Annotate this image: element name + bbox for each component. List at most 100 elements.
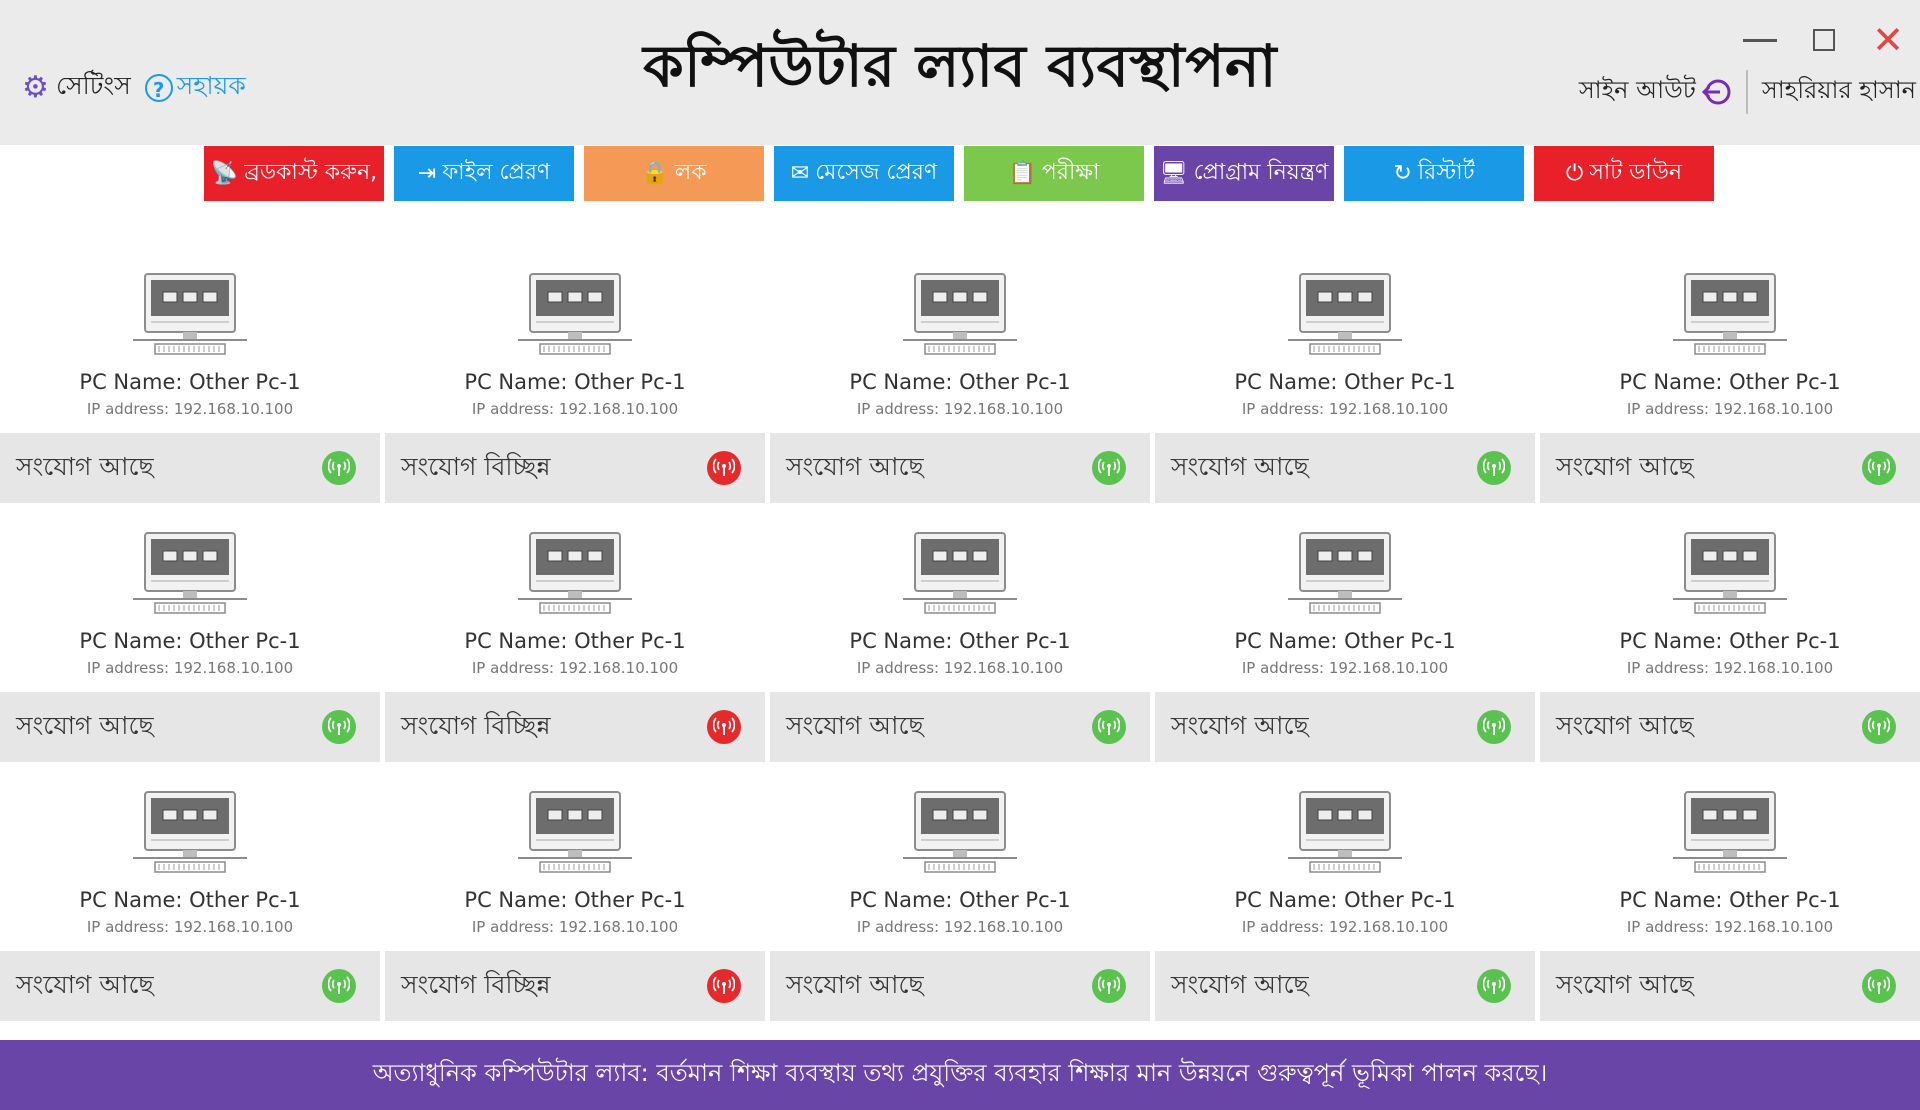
footer-text: অত্যাধুনিক কম্পিউটার ল্যাব: বর্তমান শিক্… [372,1059,1548,1087]
pc-card[interactable]: PC Name: Other Pc-1 IP address: 192.168.1… [1155,258,1535,510]
pc-ip-address: IP address: 192.168.10.100 [1241,918,1449,936]
connection-status-bar[interactable]: সংযোগ আছে [1540,433,1920,503]
connection-status-bar[interactable]: সংযোগ আছে [0,692,380,762]
app-header: ⚙ সেটিংস ? সহায়ক কম্পিউটার ল্যাব ব্যবস্… [0,0,1920,145]
pc-ip-address: IP address: 192.168.10.100 [1626,918,1834,936]
connection-status-bar[interactable]: সংযোগ বিচ্ছিন্ন [385,951,765,1021]
restart-button[interactable]: ↻ রিস্টার্ট [1344,146,1524,201]
monitor-icon [131,790,249,880]
minimize-icon [1743,38,1777,42]
close-button[interactable]: ✕ [1856,18,1920,62]
connection-status-bar[interactable]: সংযোগ বিচ্ছিন্ন [385,692,765,762]
signout-label: সাইন আউট [1578,76,1696,104]
connection-status-text: সংযোগ বিচ্ছিন্ন [401,969,551,999]
pc-name: PC Name: Other Pc-1 [849,629,1071,653]
monitor-icon [1286,272,1404,362]
connection-status-text: সংযোগ আছে [1171,710,1309,740]
signal-icon [707,710,741,744]
monitor-icon [1671,272,1789,362]
toolbar-button-label: সাট ডাউন [1589,160,1683,185]
pc-card[interactable]: PC Name: Other Pc-1 IP address: 192.168.1… [1155,776,1535,1028]
pc-name: PC Name: Other Pc-1 [1234,629,1456,653]
pc-card[interactable]: PC Name: Other Pc-1 IP address: 192.168.1… [770,776,1150,1028]
monitor-icon [1671,531,1789,621]
signal-icon [322,451,356,485]
monitor-icon [516,272,634,362]
signout-icon [1701,79,1731,105]
monitor-icon [516,531,634,621]
connection-status-bar[interactable]: সংযোগ আছে [1540,951,1920,1021]
file-send-button[interactable]: ⇥ ফাইল প্রেরণ [394,146,574,201]
pc-name: PC Name: Other Pc-1 [849,370,1071,394]
pc-card[interactable]: PC Name: Other Pc-1 IP address: 192.168.1… [1540,258,1920,510]
pc-ip-address: IP address: 192.168.10.100 [856,400,1064,418]
connection-status-bar[interactable]: সংযোগ আছে [770,433,1150,503]
signal-icon [1862,451,1896,485]
connection-status-bar[interactable]: সংযোগ আছে [770,951,1150,1021]
pc-card[interactable]: PC Name: Other Pc-1 IP address: 192.168.1… [1540,517,1920,769]
pc-card[interactable]: PC Name: Other Pc-1 IP address: 192.168.1… [770,517,1150,769]
pc-ip-address: IP address: 192.168.10.100 [471,918,679,936]
pc-name: PC Name: Other Pc-1 [849,888,1071,912]
connection-status-text: সংযোগ আছে [786,969,924,999]
connection-status-bar[interactable]: সংযোগ আছে [0,951,380,1021]
message-button[interactable]: ✉ মেসেজ প্রেরণ [774,146,954,201]
pc-card[interactable]: PC Name: Other Pc-1 IP address: 192.168.1… [0,258,380,510]
signal-icon [707,969,741,1003]
signal-icon [1862,969,1896,1003]
monitor-icon [131,272,249,362]
pc-name: PC Name: Other Pc-1 [1234,888,1456,912]
exam-button[interactable]: 📋 পরীক্ষা [964,146,1144,201]
connection-status-bar[interactable]: সংযোগ আছে [1155,951,1535,1021]
connection-status-text: সংযোগ আছে [786,451,924,481]
signal-icon [1862,710,1896,744]
toolbar-button-label: ব্রডকাস্ট করুন, [244,160,378,185]
monitor-icon [131,531,249,621]
connection-status-bar[interactable]: সংযোগ আছে [1155,692,1535,762]
pc-ip-address: IP address: 192.168.10.100 [856,659,1064,677]
connection-status-bar[interactable]: সংযোগ আছে [0,433,380,503]
restart-icon: ↻ [1393,161,1412,186]
footer-banner: অত্যাধুনিক কম্পিউটার ল্যাব: বর্তমান শিক্… [0,1040,1920,1110]
connection-status-text: সংযোগ আছে [1556,969,1694,999]
pc-card[interactable]: PC Name: Other Pc-1 IP address: 192.168.1… [0,517,380,769]
signal-icon [1092,969,1126,1003]
connection-status-text: সংযোগ আছে [1556,451,1694,481]
maximize-button[interactable] [1792,18,1856,62]
toolbar-button-label: মেসেজ প্রেরণ [815,160,938,185]
pc-card[interactable]: PC Name: Other Pc-1 IP address: 192.168.1… [1540,776,1920,1028]
toolbar-button-label: রিস্টার্ট [1417,160,1475,185]
program-control-button[interactable]: 🖥 প্রোগ্রাম নিয়ন্ত্রণ [1154,146,1334,201]
signout-button[interactable]: সাইন আউট [1579,72,1732,112]
pc-ip-address: IP address: 192.168.10.100 [1626,400,1834,418]
pc-name: PC Name: Other Pc-1 [464,370,686,394]
broadcast-button[interactable]: 📡 ব্রডকাস্ট করুন, [204,146,384,201]
pc-name: PC Name: Other Pc-1 [79,629,301,653]
minimize-button[interactable] [1728,18,1792,62]
connection-status-bar[interactable]: সংযোগ আছে [1155,433,1535,503]
lock-button[interactable]: 🔒 লক [584,146,764,201]
pc-card[interactable]: PC Name: Other Pc-1 IP address: 192.168.1… [385,258,765,510]
pc-card[interactable]: PC Name: Other Pc-1 IP address: 192.168.1… [1155,517,1535,769]
power-button[interactable]: ⏻ সাট ডাউন [1534,146,1714,201]
toolbar-button-label: পরীক্ষা [1041,160,1100,185]
monitor-icon [1671,790,1789,880]
window-controls: ✕ [1728,18,1920,62]
pc-name: PC Name: Other Pc-1 [1619,888,1841,912]
monitor-icon [901,531,1019,621]
exam-icon: 📋 [1008,161,1036,186]
pc-card[interactable]: PC Name: Other Pc-1 IP address: 192.168.1… [385,776,765,1028]
connection-status-bar[interactable]: সংযোগ বিচ্ছিন্ন [385,433,765,503]
pc-card[interactable]: PC Name: Other Pc-1 IP address: 192.168.1… [0,776,380,1028]
pc-card[interactable]: PC Name: Other Pc-1 IP address: 192.168.1… [385,517,765,769]
monitor-icon [1286,790,1404,880]
monitor-icon [901,790,1019,880]
connection-status-bar[interactable]: সংযোগ আছে [1540,692,1920,762]
connection-status-text: সংযোগ আছে [16,710,154,740]
broadcast-icon: 📡 [210,161,239,186]
header-divider [1745,70,1748,114]
monitor-icon [901,272,1019,362]
pc-card[interactable]: PC Name: Other Pc-1 IP address: 192.168.1… [770,258,1150,510]
connection-status-bar[interactable]: সংযোগ আছে [770,692,1150,762]
connection-status-text: সংযোগ আছে [786,710,924,740]
